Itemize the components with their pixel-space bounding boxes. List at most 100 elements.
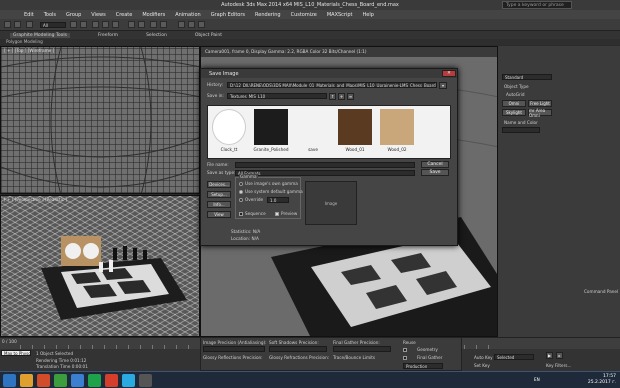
file-name-label[interactable]: Wood_01 xyxy=(335,147,375,152)
history-chevron-down-icon[interactable]: ▾ xyxy=(439,82,447,89)
gamma-override-label[interactable]: Override xyxy=(245,197,263,202)
autogrid-label[interactable]: AutoGrid xyxy=(506,92,525,97)
menu-customize[interactable]: Customize xyxy=(291,12,317,18)
app-icon[interactable] xyxy=(54,374,67,387)
menu-create[interactable]: Create xyxy=(116,12,133,18)
key-selection-dropdown[interactable]: Selected xyxy=(494,354,534,360)
menu-rendering[interactable]: Rendering xyxy=(255,12,281,18)
scale-icon[interactable] xyxy=(112,21,119,28)
final-gather-slider[interactable] xyxy=(333,346,391,352)
clock[interactable]: 17:57 25.2.2017 г. xyxy=(576,374,616,387)
soft-shadows-slider[interactable] xyxy=(269,346,327,352)
select-object-icon[interactable] xyxy=(70,21,77,28)
selection-filter-dropdown[interactable]: All xyxy=(40,22,66,28)
menu-modifiers[interactable]: Modifiers xyxy=(142,12,165,18)
viewport-label[interactable]: [ + ] [Perspective ] [Realistic ] xyxy=(4,197,67,202)
skylight-button[interactable]: Skylight xyxy=(502,109,526,116)
skype-icon[interactable] xyxy=(122,374,135,387)
browser-icon[interactable] xyxy=(37,374,50,387)
undo-icon[interactable] xyxy=(4,21,11,28)
free-light-button[interactable]: Free Light xyxy=(528,100,552,107)
preview-checkbox[interactable] xyxy=(275,212,279,216)
tab-selection[interactable]: Selection xyxy=(146,33,167,38)
menu-group[interactable]: Group xyxy=(66,12,81,18)
move-icon[interactable] xyxy=(92,21,99,28)
explorer-icon[interactable] xyxy=(20,374,33,387)
info-button[interactable]: Info... xyxy=(207,201,231,208)
history-dropdown[interactable]: D:\12_DIL\RENE\ODS\3DS MAX\Module_01_Mat… xyxy=(227,82,437,88)
file-name-label[interactable]: save xyxy=(293,147,333,152)
save-button[interactable]: Save xyxy=(421,169,449,176)
file-thumb-wood01[interactable] xyxy=(338,109,372,145)
angle-snap-icon[interactable] xyxy=(138,21,145,28)
cancel-button[interactable]: Cancel xyxy=(421,161,449,168)
final-gather-checkbox[interactable] xyxy=(403,356,407,360)
menu-animation[interactable]: Animation xyxy=(175,12,201,18)
viewport-top[interactable]: [ + ] [Top ] [Wireframe ] xyxy=(0,46,200,194)
file-thumb-save[interactable] xyxy=(296,109,330,145)
menu-help[interactable]: Help xyxy=(363,12,374,18)
select-by-name-icon[interactable] xyxy=(80,21,87,28)
view-menu-icon[interactable]: ≡ xyxy=(347,93,354,100)
file-thumb-clock[interactable] xyxy=(212,109,246,145)
word-icon[interactable] xyxy=(71,374,84,387)
sequence-label[interactable]: Sequence xyxy=(245,211,266,216)
view-button[interactable]: View xyxy=(207,211,231,218)
key-filters-label[interactable]: Key Filters... xyxy=(546,363,571,368)
redo-icon[interactable] xyxy=(14,21,21,28)
save-in-dropdown[interactable]: Textures_MIS_L10 xyxy=(227,93,327,99)
rotate-icon[interactable] xyxy=(102,21,109,28)
menu-edit[interactable]: Edit xyxy=(24,12,34,18)
search-input[interactable]: Type a keyword or phrase xyxy=(502,1,572,9)
new-folder-icon[interactable]: + xyxy=(338,93,345,100)
link-icon[interactable] xyxy=(26,21,33,28)
viewport-label[interactable]: [ + ] [Top ] [Wireframe ] xyxy=(4,48,54,53)
file-name-input[interactable] xyxy=(235,162,415,168)
material-editor-icon[interactable] xyxy=(178,21,185,28)
omni-button[interactable]: Omni xyxy=(502,100,526,107)
set-key-label[interactable]: Set Key xyxy=(474,363,490,368)
file-thumb-wood02[interactable] xyxy=(380,109,414,145)
snap-icon[interactable] xyxy=(128,21,135,28)
excel-icon[interactable] xyxy=(88,374,101,387)
file-name-label[interactable]: Granite_Polished xyxy=(251,147,291,152)
menu-views[interactable]: Views xyxy=(91,12,105,18)
auto-key-label[interactable]: Auto Key xyxy=(474,355,493,360)
align-icon[interactable] xyxy=(160,21,167,28)
tab-object-paint[interactable]: Object Paint xyxy=(195,33,222,38)
3dsmax-icon[interactable] xyxy=(139,374,152,387)
menu-graph-editors[interactable]: Graph Editors xyxy=(211,12,245,18)
play-icon[interactable]: ▶ xyxy=(546,352,553,359)
mr-area-omni-button[interactable]: mr Area Omni xyxy=(528,108,552,118)
sequence-checkbox[interactable] xyxy=(239,212,243,216)
render-icon[interactable] xyxy=(198,21,205,28)
file-thumb-granite[interactable] xyxy=(254,109,288,145)
file-name-label[interactable]: Clock_tt xyxy=(209,147,249,152)
category-dropdown[interactable]: Standard xyxy=(502,74,552,80)
menu-maxscript[interactable]: MAXScript xyxy=(327,12,353,18)
devices-button[interactable]: Devices... xyxy=(207,181,231,188)
folder-up-icon[interactable]: ↑ xyxy=(329,93,336,100)
setup-button[interactable]: Setup... xyxy=(207,191,231,198)
menu-tools[interactable]: Tools xyxy=(44,12,56,18)
tab-freeform[interactable]: Freeform xyxy=(98,33,118,38)
powerpoint-icon[interactable] xyxy=(105,374,118,387)
gamma-system-label[interactable]: Use system default gamma xyxy=(245,189,303,194)
viewport-perspective[interactable]: [ + ] [Perspective ] [Realistic ] xyxy=(0,195,200,337)
next-frame-icon[interactable]: ▸ xyxy=(556,352,563,359)
tab-graphite[interactable]: Graphite Modeling Tools xyxy=(10,32,71,38)
object-name-field[interactable] xyxy=(502,127,540,133)
final-gather-chk-label[interactable]: Final Gather xyxy=(417,355,442,360)
start-icon[interactable] xyxy=(3,374,16,387)
preview-label[interactable]: Preview xyxy=(281,211,297,216)
language-indicator[interactable]: EN xyxy=(534,377,540,382)
mirror-icon[interactable] xyxy=(150,21,157,28)
save-as-type-dropdown[interactable]: All Formats xyxy=(235,170,415,176)
gamma-own-radio[interactable] xyxy=(239,182,243,186)
geometry-label[interactable]: Geometry xyxy=(417,347,438,352)
gamma-own-label[interactable]: Use image's own gamma xyxy=(245,181,298,186)
render-setup-icon[interactable] xyxy=(188,21,195,28)
file-name-label[interactable]: Wood_02 xyxy=(377,147,417,152)
gamma-override-radio[interactable] xyxy=(239,198,243,202)
image-precision-slider[interactable] xyxy=(203,346,265,352)
